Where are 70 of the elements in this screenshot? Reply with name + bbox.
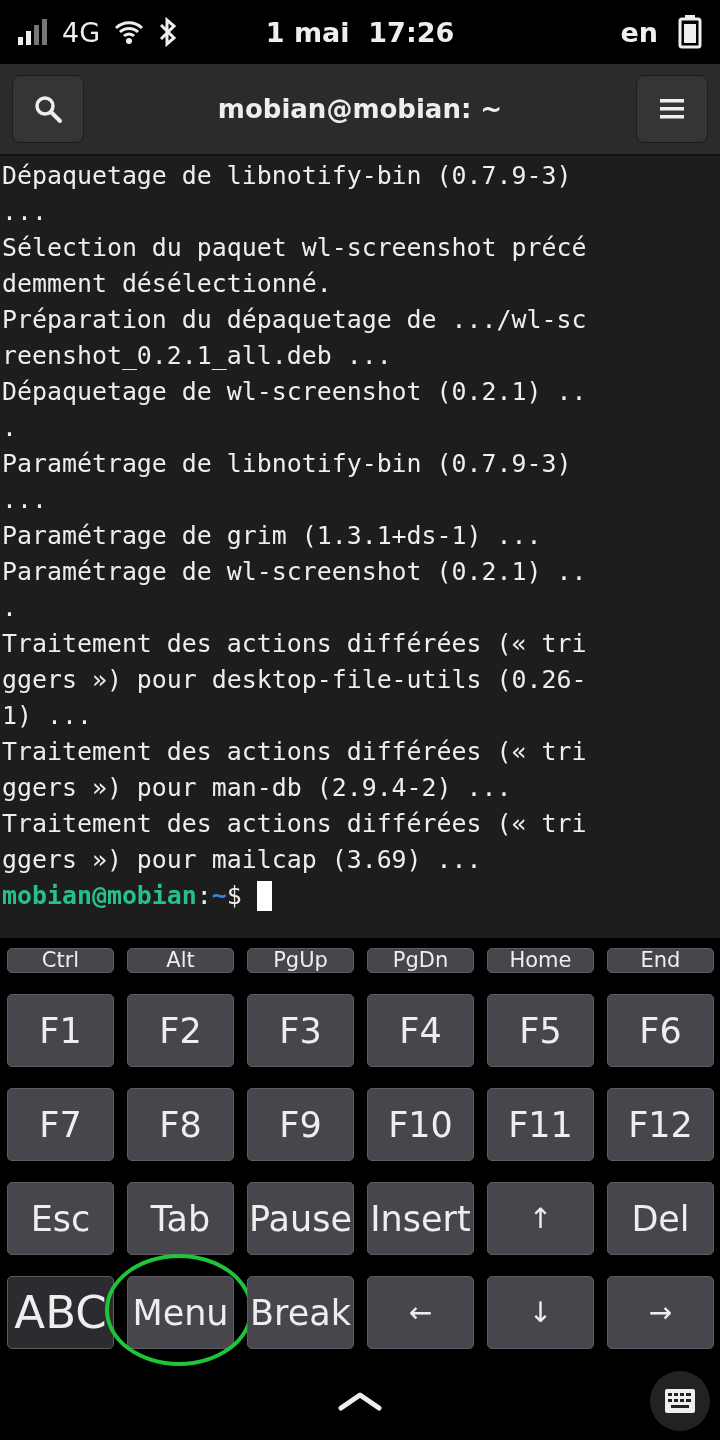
keyboard-key[interactable]: F12 (607, 1088, 714, 1161)
keyboard-key[interactable]: F4 (367, 994, 474, 1067)
keyboard-key[interactable]: F3 (247, 994, 354, 1067)
text-cursor (256, 881, 272, 911)
terminal-line: Paramétrage de wl-screenshot (0.2.1) .. (2, 556, 588, 588)
window-title: mobian@mobian: ~ (217, 94, 503, 124)
keyboard-key[interactable]: Break (247, 1276, 354, 1349)
keyboard-key[interactable]: Esc (7, 1182, 114, 1255)
keyboard-key[interactable]: F6 (607, 994, 714, 1067)
keyboard-key[interactable]: F7 (7, 1088, 114, 1161)
signal-icon (18, 19, 48, 45)
date-time: 1 mai 17:26 (265, 16, 455, 48)
keyboard-key[interactable]: → (607, 1276, 714, 1349)
keyboard-key[interactable]: ← (367, 1276, 474, 1349)
keyboard-key[interactable]: F8 (127, 1088, 234, 1161)
terminal-line: ggers ») pour desktop-file-utils (0.26- (2, 664, 588, 696)
keyboard-key[interactable]: F10 (367, 1088, 474, 1161)
search-button[interactable] (12, 75, 84, 143)
terminal-line: demment désélectionné. (2, 268, 333, 300)
modifier-key[interactable]: End (607, 948, 714, 973)
menu-icon (660, 98, 684, 120)
chevron-up-icon[interactable] (338, 1391, 382, 1411)
keyboard-key[interactable]: F1 (7, 994, 114, 1067)
modifier-key[interactable]: Ctrl (7, 948, 114, 973)
keyboard-key[interactable]: ↓ (487, 1276, 594, 1349)
layout-switch-key[interactable]: ABC (7, 1276, 114, 1349)
keyboard-key[interactable]: Menu (127, 1276, 234, 1349)
keyboard-key[interactable]: F9 (247, 1088, 354, 1161)
keyboard-key[interactable]: Insert (367, 1182, 474, 1255)
keyboard-toggle-button[interactable] (650, 1371, 710, 1431)
wifi-icon (114, 19, 145, 45)
terminal-line: ggers ») pour man-db (2.9.4-2) ... (2, 772, 513, 804)
modifier-key[interactable]: PgDn (367, 948, 474, 973)
keyboard-key[interactable]: Pause (247, 1182, 354, 1255)
terminal-line: Traitement des actions différées (« tri (2, 736, 588, 768)
keyboard-layout[interactable]: en (620, 16, 658, 48)
search-icon (33, 94, 63, 124)
terminal-line: Dépaquetage de wl-screenshot (0.2.1) .. (2, 376, 588, 408)
terminal-line: Paramétrage de grim (1.3.1+ds-1) ... (2, 520, 543, 552)
keyboard-key[interactable]: ↑ (487, 1182, 594, 1255)
terminal-line: . (2, 592, 18, 624)
terminal-line: . (2, 412, 18, 444)
terminal-line: Sélection du paquet wl-screenshot précé (2, 232, 588, 264)
network-type: 4G (62, 16, 101, 48)
terminal-line: 1) ... (2, 700, 93, 732)
terminal-line: ... (2, 196, 48, 228)
prompt-user-host: mobian@mobian (2, 880, 197, 912)
keyboard-key[interactable]: F2 (127, 994, 234, 1067)
prompt-separator: : (196, 880, 212, 912)
prompt-symbol: $ (226, 880, 242, 912)
prompt-path: ~ (211, 880, 227, 912)
modifier-key[interactable]: Home (487, 948, 594, 973)
terminal-line: ... (2, 484, 48, 516)
terminal-line: Traitement des actions différées (« tri (2, 628, 588, 660)
bluetooth-icon (158, 17, 179, 47)
terminal-line: Dépaquetage de libnotify-bin (0.7.9-3) (2, 160, 573, 192)
keyboard-key[interactable]: F11 (487, 1088, 594, 1161)
keyboard-key[interactable]: Del (607, 1182, 714, 1255)
terminal-line: ggers ») pour mailcap (3.69) ... (2, 844, 483, 876)
keyboard-key[interactable]: F5 (487, 994, 594, 1067)
keyboard-icon (665, 1389, 695, 1413)
battery-icon (678, 15, 702, 49)
menu-button[interactable] (636, 75, 708, 143)
terminal-line: Paramétrage de libnotify-bin (0.7.9-3) (2, 448, 573, 480)
terminal-line: Préparation du dépaquetage de .../wl-sc (2, 304, 588, 336)
keyboard-key[interactable]: Tab (127, 1182, 234, 1255)
modifier-key[interactable]: PgUp (247, 948, 354, 973)
modifier-key[interactable]: Alt (127, 948, 234, 973)
terminal-line: Traitement des actions différées (« tri (2, 808, 588, 840)
terminal-line: reenshot_0.2.1_all.deb ... (2, 340, 393, 372)
